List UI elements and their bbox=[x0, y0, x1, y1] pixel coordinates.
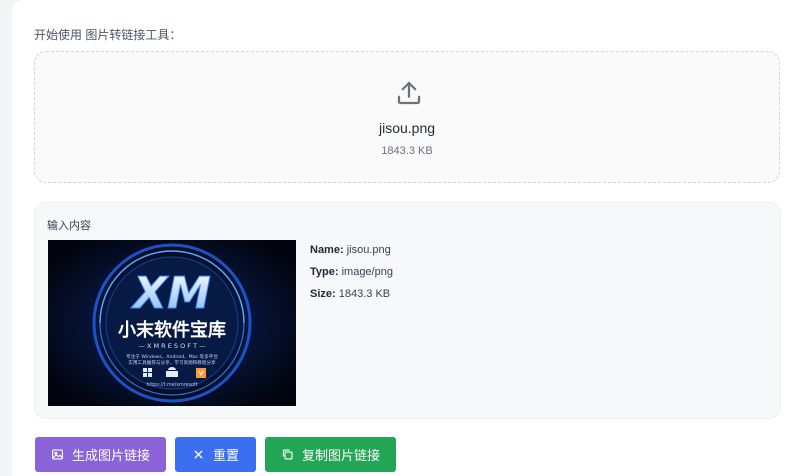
uploaded-file-name: jisou.png bbox=[378, 120, 436, 136]
reset-button[interactable]: 重置 bbox=[175, 437, 256, 472]
meta-name-row: Name: jisou.png bbox=[310, 243, 393, 265]
generate-link-label: 生成图片链接 bbox=[71, 448, 150, 463]
panel-title: 输入内容 bbox=[47, 220, 91, 232]
image-preview: XM 小末软件宝库 — X M R E S O F T — 专注于 Window… bbox=[48, 240, 296, 406]
uploaded-file-size: 1843.3 KB bbox=[381, 145, 433, 157]
file-dropzone[interactable]: jisou.png 1843.3 KB bbox=[34, 51, 780, 183]
tool-card: 开始使用 图片转链接工具： jisou.png 1843.3 KB 输入内容 X… bbox=[12, 0, 800, 476]
meta-size-row: Size: 1843.3 KB bbox=[310, 287, 393, 309]
file-metadata: Name: jisou.png Type: image/png Size: 18… bbox=[310, 243, 393, 309]
meta-name-value: jisou.png bbox=[346, 244, 391, 256]
meta-type-value: image/png bbox=[341, 266, 393, 278]
preview-title: 小末软件宝库 bbox=[118, 319, 226, 341]
meta-size-label: Size: bbox=[310, 288, 336, 300]
copy-link-button[interactable]: 复制图片链接 bbox=[265, 437, 396, 472]
meta-name-label: Name: bbox=[310, 244, 344, 256]
copy-icon bbox=[282, 449, 293, 460]
generate-link-button[interactable]: 生成图片链接 bbox=[35, 437, 166, 472]
preview-url: https://t.me/xmresoft bbox=[146, 382, 197, 388]
preview-logo-text: XM bbox=[130, 268, 211, 319]
upload-icon bbox=[397, 81, 421, 105]
preview-desc-line2: 实用工具推荐与分享，学习资源和教程分享 bbox=[128, 359, 216, 366]
copy-link-label: 复制图片链接 bbox=[301, 448, 380, 463]
meta-type-label: Type: bbox=[310, 266, 339, 278]
close-icon bbox=[194, 450, 203, 459]
preview-subtitle: — X M R E S O F T — bbox=[138, 342, 206, 350]
reset-label: 重置 bbox=[212, 448, 239, 463]
meta-size-value: 1843.3 KB bbox=[338, 288, 391, 300]
input-panel: 输入内容 XM 小末软件宝库 — X M R E S O F T — 专注于 W… bbox=[34, 202, 781, 419]
intro-text: 开始使用 图片转链接工具： bbox=[34, 28, 182, 42]
preview-desc-line1: 专注于 Windows、Android、Mac 等多平台 bbox=[126, 353, 218, 360]
preview-artwork: XM 小末软件宝库 — X M R E S O F T — 专注于 Window… bbox=[48, 240, 296, 406]
meta-type-row: Type: image/png bbox=[310, 265, 393, 287]
image-icon bbox=[52, 449, 63, 460]
